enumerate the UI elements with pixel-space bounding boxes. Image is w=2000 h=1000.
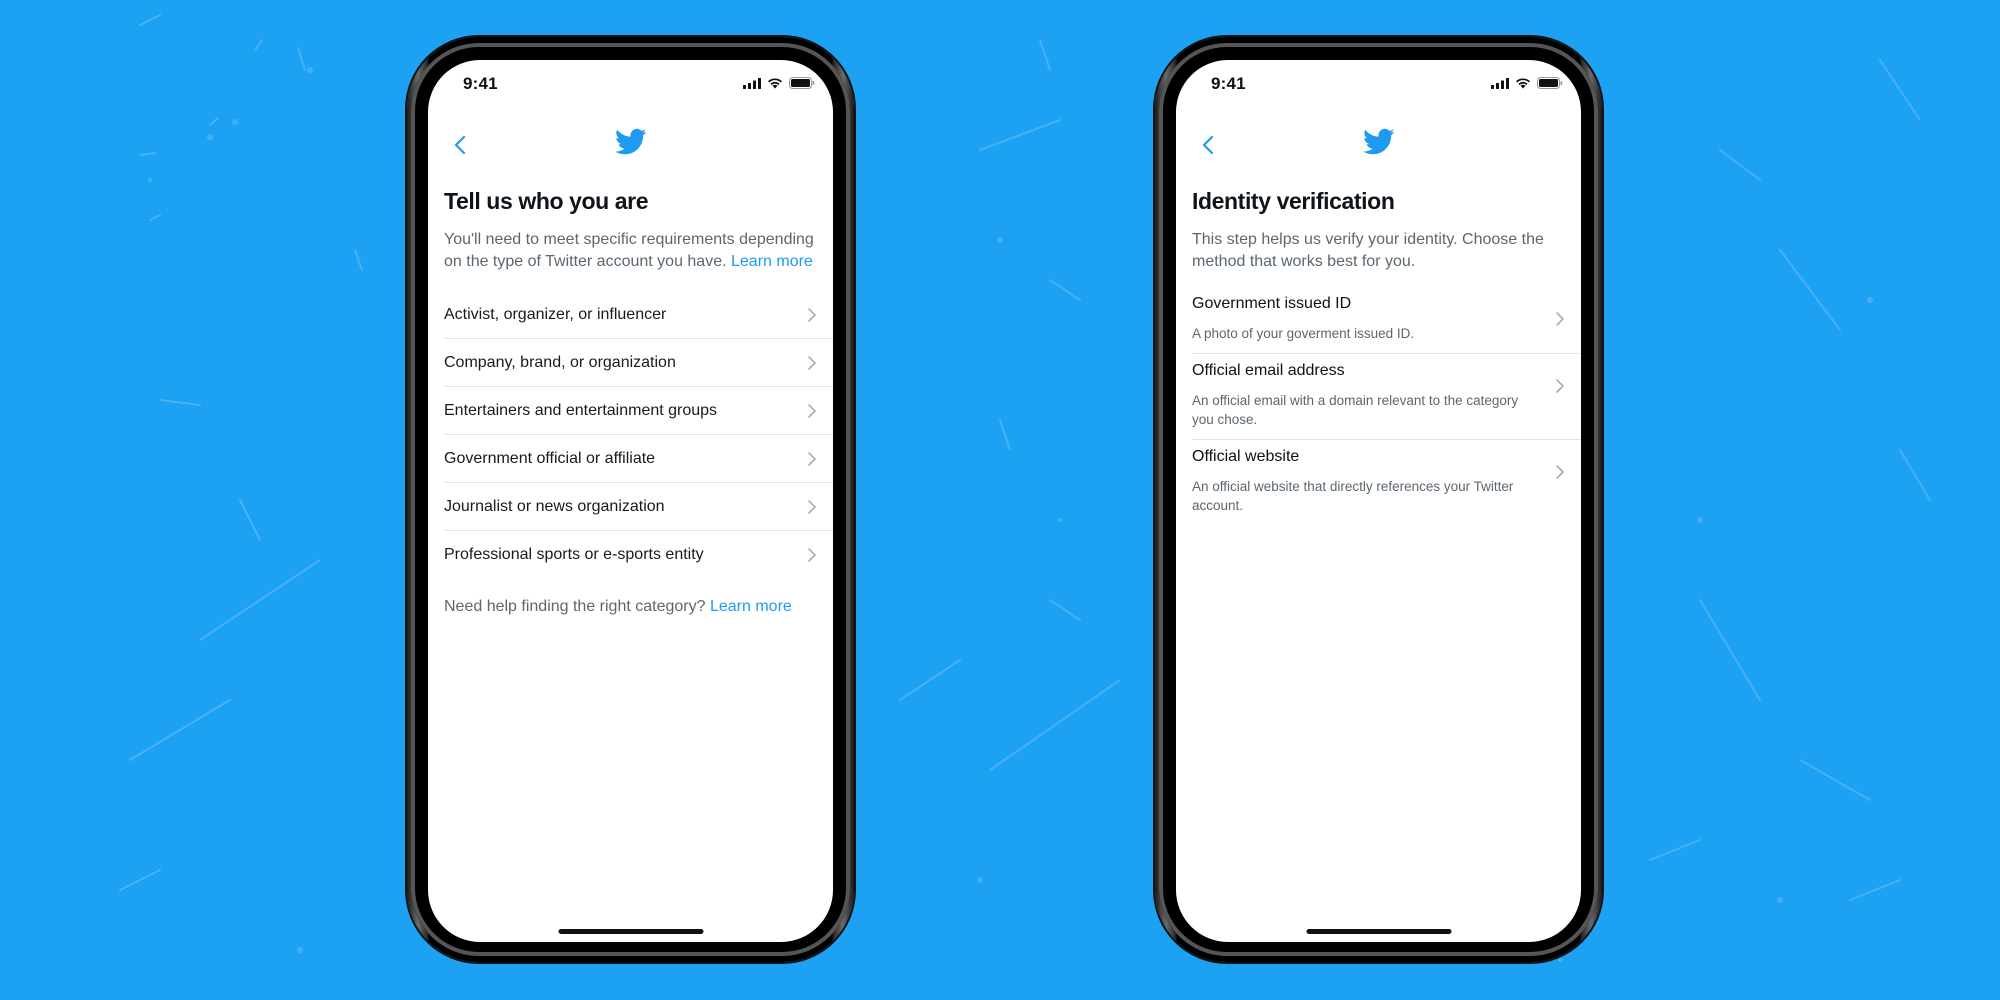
cellular-signal-icon [1491, 77, 1509, 89]
category-label: Professional sports or e-sports entity [444, 545, 704, 563]
help-question: Need help finding the right category? [444, 598, 706, 615]
wifi-icon [1516, 78, 1530, 89]
status-icons [743, 77, 815, 89]
method-description: An official email with a domain relevant… [1192, 393, 1519, 427]
page-title: Tell us who you are [444, 188, 649, 214]
method-item-official-email[interactable]: Official email address An official email… [1192, 354, 1581, 440]
category-label: Entertainers and entertainment groups [444, 401, 718, 419]
cellular-signal-icon [743, 77, 761, 89]
category-item-government[interactable]: Government official or affiliate [444, 435, 833, 483]
content-area: Tell us who you are You'll need to meet … [444, 188, 833, 616]
back-button[interactable] [1194, 130, 1222, 160]
phone-frame-left: 9:41 Tell us who you are You'll need to … [407, 37, 854, 962]
background-texture [119, 14, 1931, 962]
screen-identity-verification: 9:41 Identity verification This step hel… [1176, 60, 1581, 942]
chevron-right-icon [808, 307, 816, 322]
chevron-right-icon [808, 355, 816, 370]
category-item-sports[interactable]: Professional sports or e-sports entity [444, 531, 833, 578]
back-button[interactable] [446, 130, 474, 160]
chevron-right-icon [1556, 379, 1564, 393]
category-item-entertainers[interactable]: Entertainers and entertainment groups [444, 387, 833, 435]
method-item-official-website[interactable]: Official website An official website tha… [1192, 440, 1581, 525]
category-item-company[interactable]: Company, brand, or organization [444, 339, 833, 387]
help-learn-more-link[interactable]: Learn more [710, 598, 792, 615]
method-item-government-id[interactable]: Government issued ID A photo of your gov… [1192, 287, 1581, 354]
twitter-bird-icon [614, 128, 646, 155]
chevron-right-icon [1556, 312, 1564, 326]
chevron-right-icon [808, 547, 816, 562]
status-time: 9:41 [1211, 74, 1246, 93]
status-bar: 9:41 [1176, 60, 1581, 110]
method-description: A photo of your goverment issued ID. [1192, 326, 1415, 341]
status-bar: 9:41 [428, 60, 833, 110]
category-item-journalist[interactable]: Journalist or news organization [444, 483, 833, 531]
category-label: Journalist or news organization [444, 497, 665, 515]
nav-bar [1176, 120, 1581, 170]
content-area: Identity verification This step helps us… [1192, 188, 1581, 525]
chevron-left-icon [454, 135, 466, 155]
category-label: Activist, organizer, or influencer [444, 305, 667, 323]
category-list: Activist, organizer, or influencer Compa… [444, 291, 833, 578]
verification-method-list: Government issued ID A photo of your gov… [1192, 287, 1581, 525]
method-title: Official website [1192, 448, 1300, 465]
screen-account-category: 9:41 Tell us who you are You'll need to … [428, 60, 833, 942]
nav-bar [428, 120, 833, 170]
home-indicator[interactable] [558, 929, 703, 934]
chevron-right-icon [808, 403, 816, 418]
page-description: This step helps us verify your identity.… [1192, 231, 1544, 270]
page-title: Identity verification [1192, 188, 1395, 214]
chevron-left-icon [1202, 135, 1214, 155]
method-title: Government issued ID [1192, 295, 1352, 312]
twitter-bird-icon [1362, 128, 1394, 155]
battery-icon [789, 77, 815, 89]
category-label: Government official or affiliate [444, 449, 656, 467]
chevron-right-icon [808, 451, 816, 466]
method-description: An official website that directly refere… [1192, 479, 1514, 513]
status-icons [1491, 77, 1563, 89]
help-text: Need help finding the right category? Le… [444, 598, 833, 616]
page-description: You'll need to meet specific requirement… [444, 229, 817, 273]
status-time: 9:41 [463, 74, 498, 93]
battery-icon [1537, 77, 1563, 89]
wifi-icon [768, 78, 782, 89]
phone-frame-right: 9:41 Identity verification This step hel… [1155, 37, 1602, 962]
home-indicator[interactable] [1306, 929, 1451, 934]
chevron-right-icon [808, 499, 816, 514]
category-label: Company, brand, or organization [444, 353, 676, 371]
method-title: Official email address [1192, 362, 1345, 379]
learn-more-link[interactable]: Learn more [731, 253, 813, 270]
chevron-right-icon [1556, 465, 1564, 479]
category-item-activist[interactable]: Activist, organizer, or influencer [444, 291, 833, 339]
